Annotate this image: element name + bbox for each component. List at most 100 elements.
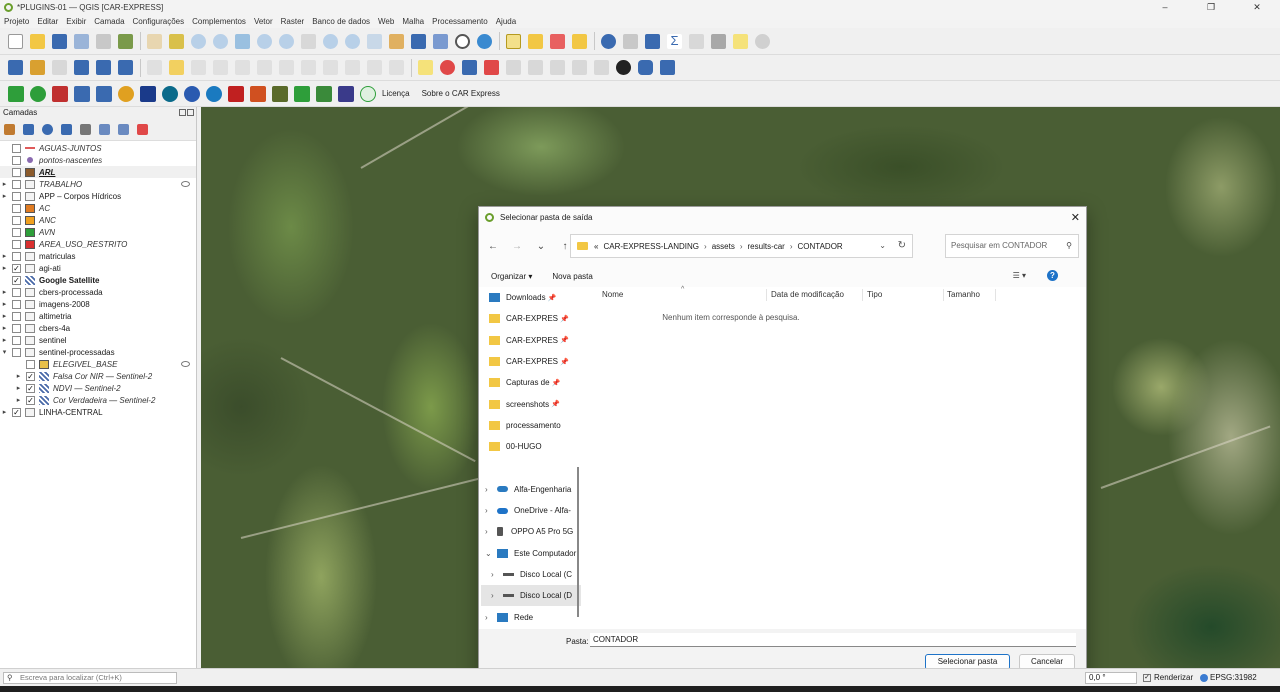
nav-item[interactable]: › OPPO A5 Pro 5G — [481, 521, 581, 542]
plugin-sun-icon[interactable] — [118, 85, 134, 102]
locator-search-input[interactable]: ⚲ Escreva para localizar (Ctrl+K) — [3, 672, 177, 684]
remove-layer-icon[interactable] — [137, 124, 148, 135]
crs-button[interactable]: EPSG:31982 — [1200, 673, 1257, 682]
layer-visibility-checkbox[interactable]: ✓ — [12, 275, 21, 285]
layer-row[interactable]: ▸ ✓ NDVI — Sentinel-2 — [0, 382, 196, 394]
plugin-search-icon[interactable] — [184, 85, 200, 102]
nav-item[interactable]: Downloads 📌 — [481, 287, 581, 308]
expand-arrow-icon[interactable]: ▸ — [0, 264, 9, 272]
breadcrumb-chevron-icon[interactable]: › — [740, 242, 743, 251]
maximize-button[interactable]: ❐ — [1188, 0, 1234, 14]
help-icon[interactable]: ? — [1047, 270, 1058, 281]
column-tipo[interactable]: Tipo — [867, 290, 882, 299]
layer-visibility-checkbox[interactable] — [12, 155, 21, 165]
nav-item[interactable]: › Alfa-Engenharia — [481, 479, 581, 500]
python-console-icon[interactable] — [638, 60, 653, 75]
layer-visibility-checkbox[interactable] — [12, 179, 21, 189]
nav-chevron-icon[interactable]: › — [485, 485, 495, 494]
field-calculator-icon[interactable] — [689, 33, 704, 49]
view-options-icon[interactable]: ☰ ▾ — [1013, 271, 1026, 280]
layer-row[interactable]: ELEGIVEL_BASE — [0, 358, 196, 370]
column-nome[interactable]: Nome — [602, 290, 623, 299]
nav-chevron-icon[interactable]: › — [485, 613, 495, 622]
label-tool-icon[interactable] — [418, 60, 433, 75]
layer-visibility-checkbox[interactable] — [12, 143, 21, 153]
label-change-icon[interactable] — [550, 60, 565, 75]
nav-chevron-icon[interactable]: › — [491, 591, 501, 600]
plugin-terrain-icon[interactable] — [272, 85, 288, 102]
nav-chevron-icon[interactable]: › — [491, 570, 501, 579]
float-panel-icon[interactable] — [179, 109, 186, 116]
menu-ajuda[interactable]: Ajuda — [496, 17, 516, 26]
label-move-icon[interactable] — [506, 60, 521, 75]
redo-icon[interactable] — [389, 60, 404, 75]
modify-attributes-icon[interactable] — [257, 60, 272, 75]
layer-visibility-checkbox[interactable] — [12, 347, 21, 357]
menu-web[interactable]: Web — [378, 17, 394, 26]
layer-row[interactable]: ▸ ✓ Cor Verdadeira — Sentinel-2 — [0, 394, 196, 406]
nav-item[interactable]: 00-HUGO — [481, 436, 581, 457]
column-tamanho[interactable]: Tamanho — [947, 290, 980, 299]
label-highlight-icon[interactable] — [462, 60, 477, 75]
licenca-button[interactable]: Licença — [382, 89, 410, 98]
layer-row[interactable]: ▸ sentinel — [0, 334, 196, 346]
select-features-icon[interactable] — [506, 33, 521, 49]
layer-visibility-checkbox[interactable] — [12, 215, 21, 225]
layer-row[interactable]: AGUAS-JUNTOS — [0, 142, 196, 154]
copy-features-icon[interactable] — [323, 60, 338, 75]
manage-themes-icon[interactable] — [42, 124, 53, 135]
nav-chevron-icon[interactable]: ⌄ — [485, 549, 495, 558]
expand-arrow-icon[interactable]: ▸ — [0, 336, 9, 344]
menu-malha[interactable]: Malha — [402, 17, 424, 26]
save-project-icon[interactable] — [52, 33, 67, 49]
menu-exibir[interactable]: Exibir — [66, 17, 86, 26]
column-divider[interactable] — [766, 289, 767, 301]
layer-visibility-checkbox[interactable] — [12, 239, 21, 249]
expand-all-icon[interactable] — [99, 124, 110, 135]
navigation-scrollbar[interactable] — [577, 467, 579, 617]
layer-visibility-checkbox[interactable]: ✓ — [26, 395, 35, 405]
layer-row[interactable]: AREA_USO_RESTRITO — [0, 238, 196, 250]
map-tips-icon[interactable] — [733, 33, 748, 49]
menu-raster[interactable]: Raster — [281, 17, 305, 26]
plugin-fire-icon[interactable] — [228, 85, 244, 102]
statistics-sigma-icon[interactable]: Σ — [667, 33, 682, 49]
breadcrumb-contador[interactable]: CONTADOR — [798, 242, 843, 251]
expand-arrow-icon[interactable]: ▸ — [0, 408, 9, 416]
folder-field[interactable]: CONTADOR — [590, 633, 1076, 647]
nav-item[interactable]: processamento — [481, 415, 581, 436]
open-styling-icon[interactable] — [4, 124, 15, 135]
search-input[interactable]: Pesquisar em CONTADOR ⚲ — [945, 234, 1079, 258]
plugin-layers-icon[interactable] — [96, 85, 112, 102]
layer-visibility-checkbox[interactable] — [12, 335, 21, 345]
column-divider[interactable] — [862, 289, 863, 301]
back-arrow-icon[interactable]: ← — [487, 241, 499, 252]
new-geopackage-icon[interactable] — [30, 60, 45, 75]
close-panel-icon[interactable] — [187, 109, 194, 116]
expand-arrow-icon[interactable]: ▸ — [0, 300, 9, 308]
expand-arrow-icon[interactable]: ▸ — [0, 192, 9, 200]
refresh-icon[interactable] — [477, 33, 492, 49]
plugin-report-icon[interactable] — [316, 85, 332, 102]
refresh-icon[interactable]: ↻ — [898, 240, 906, 251]
car-express-icon[interactable] — [8, 85, 24, 102]
zoom-selection-icon[interactable] — [257, 33, 272, 49]
data-source-manager-icon[interactable] — [8, 60, 23, 75]
print-layout-icon[interactable] — [96, 33, 111, 49]
layer-row[interactable]: ▸ ✓ Falsa Cor NIR — Sentinel-2 — [0, 370, 196, 382]
plugin-globe-icon[interactable] — [162, 85, 178, 102]
expand-arrow-icon[interactable]: ▸ — [0, 180, 9, 188]
paste-features-icon[interactable] — [345, 60, 360, 75]
nav-item[interactable]: › Rede — [481, 606, 581, 627]
menu-processamento[interactable]: Processamento — [432, 17, 488, 26]
layer-visibility-checkbox[interactable] — [12, 167, 21, 177]
organize-button[interactable]: Organizar ▾ — [491, 272, 532, 281]
processing-icon[interactable] — [755, 33, 770, 49]
show-bookmarks-icon[interactable] — [433, 33, 448, 49]
filter-eye-icon[interactable] — [181, 181, 190, 187]
menu-editar[interactable]: Editar — [37, 17, 58, 26]
nav-item[interactable]: › OneDrive - Alfa- — [481, 500, 581, 521]
temporal-controller-icon[interactable] — [455, 33, 470, 49]
plugin-map-icon[interactable] — [140, 85, 156, 102]
nav-item[interactable]: ⌄ Este Computador — [481, 543, 581, 564]
